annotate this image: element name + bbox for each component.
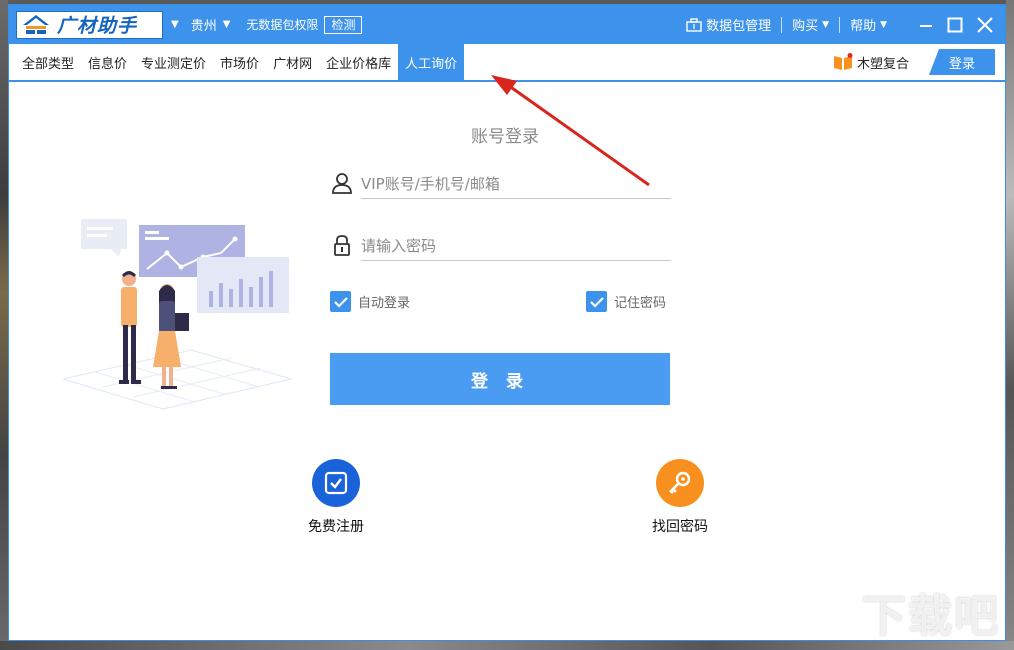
user-icon (332, 173, 352, 194)
checkbox-checked-icon (330, 291, 351, 312)
lock-icon (334, 235, 350, 256)
checkbox-checked-icon (586, 291, 607, 312)
login-illustration (63, 219, 293, 410)
tab-market-price[interactable]: 市场价 (213, 44, 266, 80)
tab-enterprise-library[interactable]: 企业价格库 (319, 44, 398, 80)
maximize-icon[interactable] (947, 17, 963, 33)
package-manage-button[interactable]: 数据包管理 (676, 15, 781, 34)
book-icon (833, 53, 853, 70)
help-label: 帮助 (850, 19, 877, 34)
wood-plastic-label: 木塑复合 (856, 56, 909, 72)
chevron-down-icon: ▼ (822, 19, 830, 30)
briefcase-icon (686, 17, 702, 32)
watermark: 下载吧 (862, 591, 1000, 642)
remember-password-checkbox[interactable]: 记住密码 (586, 291, 666, 312)
permission-status: 无数据包权限 (246, 18, 319, 32)
title-bar-right: 数据包管理 购买 ▼ 帮助 ▼ (676, 5, 1005, 44)
tab-professional-price[interactable]: 专业测定价 (134, 44, 213, 80)
buy-label: 购买 (792, 19, 819, 34)
app-window: 广材助手 ▼ 贵州 ▼ 无数据包权限 检测 数据包管理 购买 ▼ 帮助 ▼ 全部… (8, 4, 1006, 641)
minimize-icon[interactable] (919, 18, 933, 32)
tab-manual-inquiry[interactable]: 人工询价 (398, 44, 465, 80)
register-icon (312, 459, 360, 507)
recover-password-button[interactable]: 找回密码 (645, 459, 715, 536)
wood-plastic-link[interactable]: 木塑复合 (833, 53, 909, 72)
tab-guangcai-web[interactable]: 广材网 (266, 44, 319, 80)
region-selector[interactable]: 贵州 ▼ (191, 15, 231, 34)
chevron-down-icon: ▼ (880, 19, 887, 30)
login-tab-button[interactable]: 登录 (929, 49, 995, 75)
help-menu[interactable]: 帮助 ▼ (840, 15, 897, 34)
recover-password-label: 找回密码 (652, 519, 708, 535)
desktop-background-right (1006, 0, 1014, 650)
password-field (331, 231, 671, 261)
auto-login-label: 自动登录 (358, 296, 411, 311)
register-label: 免费注册 (308, 519, 364, 535)
region-label: 贵州 (190, 19, 217, 34)
app-logo: 广材助手 (16, 10, 163, 39)
chevron-down-icon: ▼ (222, 19, 231, 30)
logo-dropdown-icon[interactable]: ▼ (171, 19, 179, 30)
package-manage-label: 数据包管理 (706, 19, 772, 34)
auto-login-checkbox[interactable]: 自动登录 (330, 291, 410, 312)
tab-info-price[interactable]: 信息价 (81, 44, 134, 80)
remember-password-label: 记住密码 (614, 296, 667, 311)
annotation-arrow (491, 75, 650, 187)
password-input[interactable] (361, 231, 671, 261)
logo-text: 广材助手 (57, 15, 138, 37)
tab-all-types[interactable]: 全部类型 (9, 44, 81, 80)
login-submit-button[interactable]: 登 录 (330, 353, 670, 405)
buy-menu[interactable]: 购买 ▼ (782, 15, 839, 34)
detect-button[interactable]: 检测 (324, 15, 363, 34)
nav-right: 木塑复合 登录 (833, 44, 1005, 80)
register-button[interactable]: 免费注册 (301, 459, 371, 536)
title-bar: 广材助手 ▼ 贵州 ▼ 无数据包权限 检测 数据包管理 购买 ▼ 帮助 ▼ (9, 5, 1005, 44)
logo-mark-icon (23, 14, 49, 34)
desktop-background-left (0, 0, 8, 650)
key-icon (656, 459, 704, 507)
window-controls (919, 16, 993, 33)
close-icon[interactable] (977, 16, 993, 33)
